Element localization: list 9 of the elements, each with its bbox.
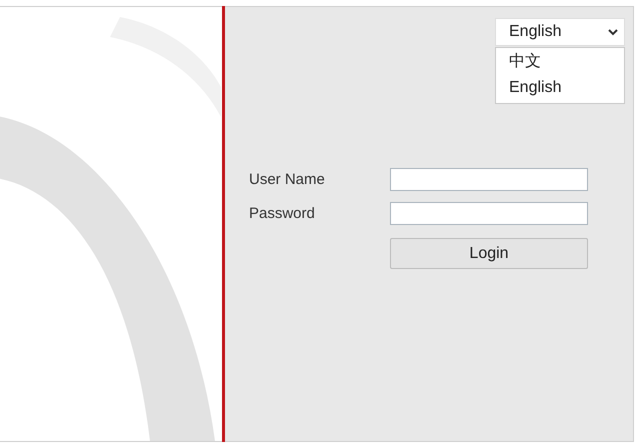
field-label: Password (249, 205, 316, 222)
input-field[interactable] (390, 168, 588, 191)
login-button[interactable]: Login (390, 238, 588, 269)
input-field[interactable] (390, 202, 588, 225)
language-option[interactable]: English (496, 75, 624, 101)
language-option[interactable]: 中文 (496, 49, 624, 75)
language-select[interactable]: English (495, 18, 625, 46)
field-label: User Name (249, 171, 326, 188)
chevron-down-icon (608, 28, 618, 36)
